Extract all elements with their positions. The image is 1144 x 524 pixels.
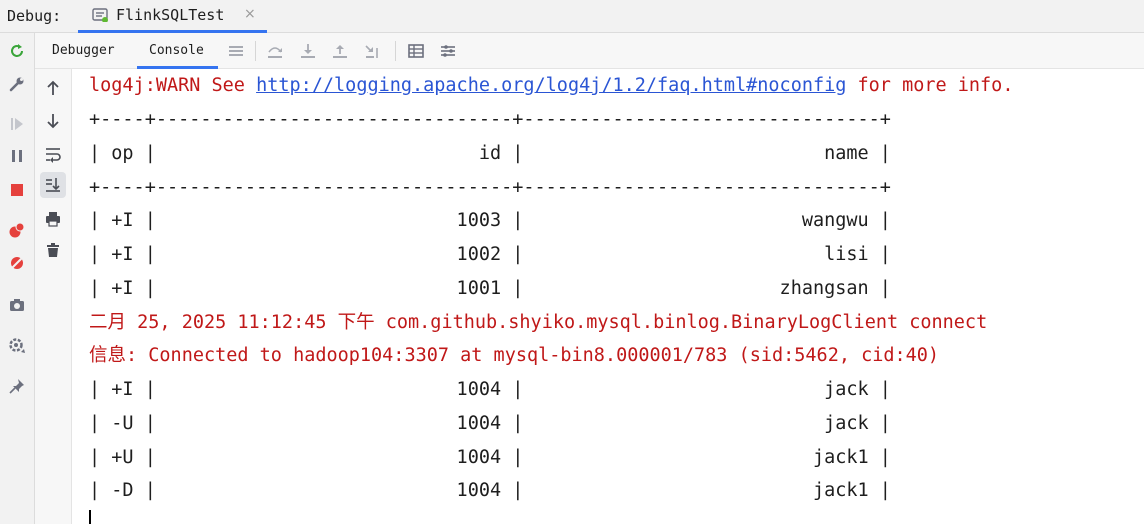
noconfig-link[interactable]: http://logging.apache.org/log4j/1.2/faq.… xyxy=(256,75,846,96)
console-log-line: 信息: Connected to hadoop104:3307 at mysql… xyxy=(89,345,940,366)
trash-icon[interactable] xyxy=(44,241,62,259)
close-icon[interactable]: × xyxy=(244,6,256,22)
table-header: | op | id | name | xyxy=(89,143,891,164)
camera-icon[interactable] xyxy=(8,296,26,314)
scroll-to-end-button[interactable] xyxy=(40,172,66,198)
tab-console[interactable]: Console xyxy=(137,33,218,69)
step-into-icon[interactable] xyxy=(299,42,317,60)
table-separator: +----+--------------------------------+-… xyxy=(89,109,891,130)
table-row: | +I | 1001 | zhangsan | xyxy=(89,278,891,299)
pause-icon[interactable] xyxy=(8,147,26,165)
warn-prefix: log4j:WARN See xyxy=(89,75,257,96)
breakpoints-icon[interactable] xyxy=(8,221,26,239)
tab-debugger[interactable]: Debugger xyxy=(52,33,134,69)
step-over-icon[interactable] xyxy=(266,42,284,60)
table-icon[interactable] xyxy=(407,42,425,60)
mute-breakpoints-icon[interactable] xyxy=(8,254,26,272)
table-separator: +----+--------------------------------+-… xyxy=(89,177,891,198)
console-output[interactable]: log4j:WARN See http://logging.apache.org… xyxy=(72,69,1144,524)
run-config-tab-label: FlinkSQLTest xyxy=(116,6,225,24)
console-actions-toolbar xyxy=(35,69,72,524)
tab-debugger-label: Debugger xyxy=(52,43,115,58)
arrow-down-icon[interactable] xyxy=(44,112,62,130)
table-row: | +I | 1004 | jack | xyxy=(89,379,891,400)
table-row: | +I | 1002 | lisi | xyxy=(89,244,891,265)
settings-icon[interactable] xyxy=(8,337,26,355)
scroll-to-end-icon xyxy=(46,178,60,192)
toolbar-divider xyxy=(255,41,256,61)
run-config-icon xyxy=(92,8,108,22)
wrench-icon[interactable] xyxy=(8,75,26,93)
run-config-tab[interactable]: FlinkSQLTest × xyxy=(78,0,267,33)
debugger-tabs-bar: Debugger Console xyxy=(35,33,1144,69)
warn-suffix: for more info. xyxy=(846,75,1014,96)
debug-label: Debug: xyxy=(7,7,62,25)
table-row: | -U | 1004 | jack | xyxy=(89,413,891,434)
console-log-line: 二月 25, 2025 11:12:45 下午 com.github.shyik… xyxy=(89,312,988,333)
step-out-icon[interactable] xyxy=(331,42,349,60)
soft-wrap-icon[interactable] xyxy=(44,145,62,163)
print-icon[interactable] xyxy=(44,210,62,228)
pin-icon[interactable] xyxy=(8,377,26,395)
toolbar-divider xyxy=(395,41,396,61)
table-row: | +I | 1003 | wangwu | xyxy=(89,210,891,231)
stop-icon[interactable] xyxy=(8,181,26,199)
debug-window: Debug: FlinkSQLTest × Debugger Console l… xyxy=(0,0,1144,524)
run-to-cursor-icon[interactable] xyxy=(364,42,382,60)
debug-toolwindow-header: Debug: FlinkSQLTest × xyxy=(0,0,1144,33)
rerun-icon[interactable] xyxy=(8,42,26,60)
menu-icon[interactable] xyxy=(227,42,245,60)
arrow-up-icon[interactable] xyxy=(44,79,62,97)
console-line-warn: log4j:WARN See http://logging.apache.org… xyxy=(89,75,1013,97)
text-caret xyxy=(89,510,91,524)
table-row: | -D | 1004 | jack1 | xyxy=(89,480,891,501)
resume-icon[interactable] xyxy=(8,115,26,133)
tab-console-label: Console xyxy=(149,43,204,58)
threads-icon[interactable] xyxy=(439,42,457,60)
debug-actions-toolbar xyxy=(0,33,35,524)
table-row: | +U | 1004 | jack1 | xyxy=(89,447,891,468)
